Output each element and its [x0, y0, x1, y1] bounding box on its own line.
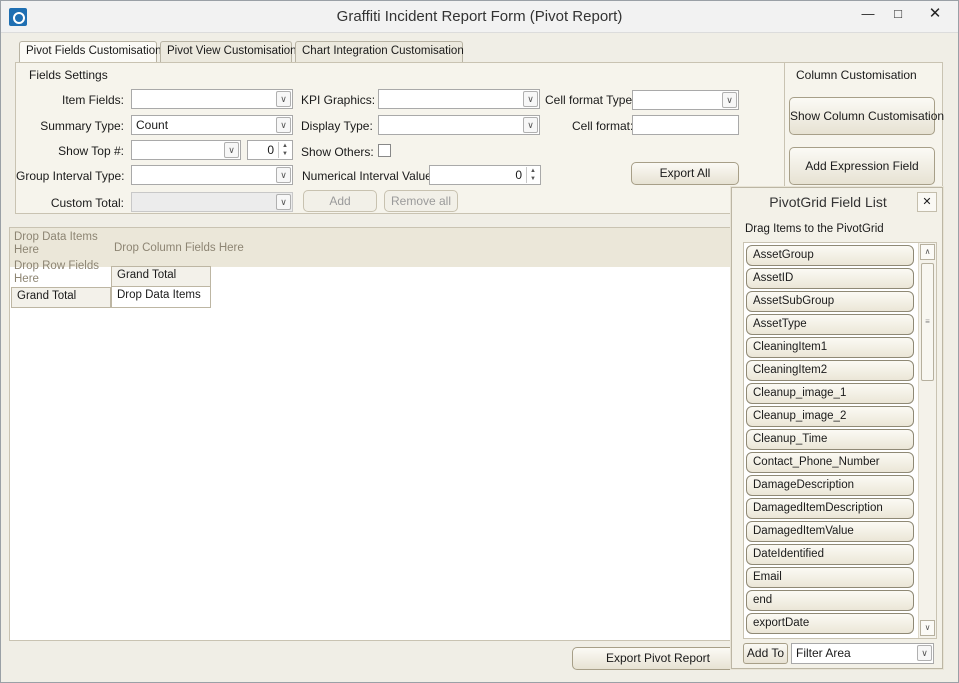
field-item-cleaningitem1[interactable]: CleaningItem1 [746, 337, 914, 358]
title-bar: Graffiti Incident Report Form (Pivot Rep… [1, 1, 958, 33]
fields-settings-title: Fields Settings [29, 68, 108, 82]
tab-pivot-view-customisation[interactable]: Pivot View Customisation [160, 41, 297, 62]
numerical-interval-label: Numerical Interval Value: [302, 169, 436, 183]
kpi-graphics-label: KPI Graphics: [301, 93, 376, 107]
field-list-subtitle: Drag Items to the PivotGrid [745, 223, 884, 235]
field-item-cleanup-image-1[interactable]: Cleanup_image_1 [746, 383, 914, 404]
drop-column-fields-area[interactable]: Drop Column Fields Here [114, 242, 244, 255]
cell-format-type-label: Cell format Type: [545, 93, 636, 107]
field-item-damageditemvalue[interactable]: DamagedItemValue [746, 521, 914, 542]
window-title: Graffiti Incident Report Form (Pivot Rep… [336, 8, 623, 25]
show-others-checkbox[interactable] [378, 144, 391, 157]
cell-format-type-dropdown[interactable]: ∨ [632, 90, 739, 110]
stepper-arrows[interactable]: ▲ ▼ [526, 167, 539, 183]
column-customisation-title: Column Customisation [796, 68, 917, 82]
kpi-graphics-dropdown[interactable]: ∨ [378, 89, 540, 109]
export-all-button[interactable]: Export All [631, 162, 739, 185]
chevron-down-icon[interactable]: ∨ [224, 142, 239, 158]
drop-data-items-area[interactable]: Drop Data Items Here [14, 231, 104, 257]
field-item-damageditemdescription[interactable]: DamagedItemDescription [746, 498, 914, 519]
field-item-assetsubgroup[interactable]: AssetSubGroup [746, 291, 914, 312]
field-item-dateidentified[interactable]: DateIdentified [746, 544, 914, 565]
cell-format-input[interactable] [632, 115, 739, 135]
show-top-count-stepper[interactable]: 0 ▲ ▼ [247, 140, 293, 160]
field-item-contact-phone-number[interactable]: Contact_Phone_Number [746, 452, 914, 473]
field-item-damagedescription[interactable]: DamageDescription [746, 475, 914, 496]
pivot-field-list-panel: PivotGrid Field List ✕ Drag Items to the… [731, 187, 943, 669]
area-value: Filter Area [796, 646, 851, 660]
close-icon[interactable]: ✕ [913, 1, 957, 29]
area-dropdown[interactable]: Filter Area ∨ [791, 643, 934, 664]
drop-row-fields-area[interactable]: Drop Row Fields Here [14, 260, 104, 286]
display-type-dropdown[interactable]: ∨ [378, 115, 540, 135]
drop-data-items-cell[interactable]: Drop Data Items [111, 287, 211, 308]
field-item-assetid[interactable]: AssetID [746, 268, 914, 289]
item-fields-dropdown[interactable]: ∨ [131, 89, 293, 109]
cell-format-label: Cell format: [572, 119, 634, 133]
add-button[interactable]: Add [303, 190, 377, 212]
summary-type-label: Summary Type: [40, 119, 124, 133]
chevron-down-icon[interactable]: ∨ [276, 167, 291, 183]
chevron-down-icon[interactable]: ∨ [917, 645, 932, 661]
group-interval-type-label: Group Interval Type: [16, 169, 125, 183]
app-window: Graffiti Incident Report Form (Pivot Rep… [0, 0, 959, 683]
chevron-down-icon[interactable]: ∨ [523, 117, 538, 133]
add-to-button[interactable]: Add To [743, 643, 788, 664]
field-item-end[interactable]: end [746, 590, 914, 611]
field-list-scrollbar[interactable]: ∧ ≡ ∨ [918, 243, 936, 638]
chevron-down-icon[interactable]: ∨ [276, 117, 291, 133]
item-fields-label: Item Fields: [61, 93, 124, 107]
field-item-email[interactable]: Email [746, 567, 914, 588]
summary-type-dropdown[interactable]: Count ∨ [131, 115, 293, 135]
show-others-label: Show Others: [301, 145, 374, 159]
maximize-icon[interactable]: □ [883, 1, 913, 29]
add-expression-field-button[interactable]: Add Expression Field [789, 147, 935, 185]
summary-type-value: Count [136, 118, 169, 132]
tab-pivot-fields-customisation[interactable]: Pivot Fields Customisation [19, 41, 162, 63]
display-type-label: Display Type: [301, 119, 373, 133]
field-item-assetgroup[interactable]: AssetGroup [746, 245, 914, 266]
field-list-title: PivotGrid Field List [769, 194, 887, 210]
group-interval-type-dropdown[interactable]: ∨ [131, 165, 293, 185]
row-grand-total-header: Grand Total [11, 287, 111, 308]
chevron-down-icon[interactable]: ∨ [276, 194, 291, 210]
chevron-down-icon[interactable]: ∨ [276, 91, 291, 107]
scrollbar-thumb[interactable]: ≡ [921, 263, 934, 381]
close-icon[interactable]: ✕ [917, 192, 937, 212]
show-top-dropdown[interactable]: ∨ [131, 140, 241, 160]
tab-chart-integration-customisation[interactable]: Chart Integration Customisation [295, 41, 464, 62]
chevron-down-icon[interactable]: ∨ [920, 620, 935, 636]
show-column-customisation-button[interactable]: Show Column Customisation [789, 97, 944, 135]
field-item-assettype[interactable]: AssetType [746, 314, 914, 335]
field-item-cleaningitem2[interactable]: CleaningItem2 [746, 360, 914, 381]
remove-all-button[interactable]: Remove all [384, 190, 458, 212]
field-item-cleanup-time[interactable]: Cleanup_Time [746, 429, 914, 450]
custom-total-label: Custom Total: [50, 196, 124, 210]
custom-total-dropdown[interactable]: ∨ [131, 192, 293, 212]
chevron-up-icon[interactable]: ∧ [920, 244, 935, 260]
numerical-interval-stepper[interactable]: 0 ▲ ▼ [429, 165, 541, 185]
stepper-arrows[interactable]: ▲ ▼ [278, 142, 291, 158]
chevron-down-icon[interactable]: ∨ [722, 92, 737, 108]
chevron-down-icon[interactable]: ∨ [523, 91, 538, 107]
field-list-box: AssetGroup AssetID AssetSubGroup AssetTy… [743, 242, 937, 639]
column-grand-total-header: Grand Total [111, 266, 211, 287]
export-pivot-report-button[interactable]: Export Pivot Report [572, 647, 744, 670]
field-item-cleanup-image-2[interactable]: Cleanup_image_2 [746, 406, 914, 427]
show-top-label: Show Top #: [58, 144, 124, 158]
field-item-exportdate[interactable]: exportDate [746, 613, 914, 634]
minimize-icon[interactable]: — [853, 1, 883, 29]
